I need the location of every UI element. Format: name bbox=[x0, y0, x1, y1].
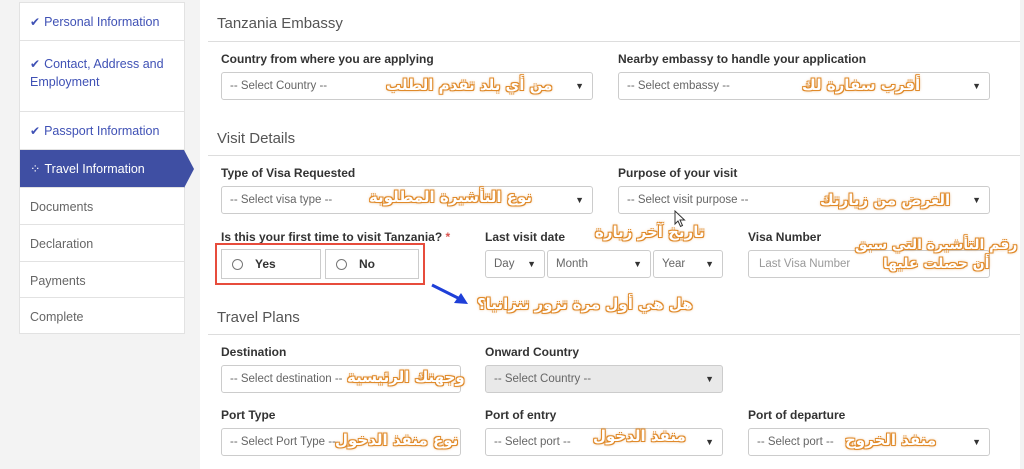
port-type-label: Port Type bbox=[221, 408, 276, 422]
section-title-travel: Travel Plans bbox=[217, 309, 300, 326]
sidebar-item-personal-information[interactable]: ✔ Personal Information bbox=[20, 3, 184, 41]
annotation-port-of-departure: منفذ الخروج bbox=[845, 431, 937, 449]
arrow-icon bbox=[431, 283, 468, 304]
annotation-visa-number-line2: أن حصلت عليها bbox=[883, 256, 990, 272]
last-visit-day-select[interactable]: Day ▼ bbox=[485, 250, 545, 278]
sidebar-item-label: Travel Information bbox=[44, 162, 145, 176]
sidebar-item-label: Declaration bbox=[30, 237, 94, 251]
chevron-down-icon: ▼ bbox=[972, 81, 981, 91]
onward-country-select[interactable]: -- Select Country -- ▼ bbox=[485, 365, 723, 393]
section-title-embassy: Tanzania Embassy bbox=[217, 15, 343, 32]
section-divider bbox=[208, 41, 1020, 42]
section-divider bbox=[208, 334, 1020, 335]
sidebar-item-passport-information[interactable]: ✔ Passport Information bbox=[20, 112, 184, 150]
chevron-down-icon: ▼ bbox=[527, 259, 536, 269]
sidebar-item-label: Payments bbox=[30, 274, 86, 288]
annotation-port-of-entry: منفذ الدخول bbox=[593, 427, 686, 445]
annotation-visa-number-line1: رقم التأشيرة التي سبق bbox=[855, 237, 1018, 253]
annotation-visit-purpose: الغرض من زيارتك bbox=[820, 191, 951, 209]
check-icon: ✔ bbox=[30, 57, 41, 71]
sidebar-item-contact-address-employment[interactable]: ✔ Contact, Address and Employment bbox=[20, 41, 184, 112]
sidebar-item-label: Complete bbox=[30, 310, 84, 324]
nearby-embassy-label: Nearby embassy to handle your applicatio… bbox=[618, 52, 867, 66]
sidebar-item-declaration[interactable]: Declaration bbox=[20, 225, 184, 262]
chevron-down-icon: ▼ bbox=[972, 195, 981, 205]
last-visit-month-select[interactable]: Month ▼ bbox=[547, 250, 651, 278]
annotation-visa-type: نوع التأشيرة المطلوبة bbox=[369, 188, 533, 206]
annotation-first-time-visit: هل هي أول مرة تزور تنزانيا؟ bbox=[477, 295, 693, 313]
sidebar-item-label: Personal Information bbox=[44, 15, 160, 29]
first-time-visit-label: Is this your first time to visit Tanzani… bbox=[221, 230, 451, 244]
sidebar-item-payments[interactable]: Payments bbox=[20, 262, 184, 298]
chevron-down-icon: ▼ bbox=[705, 437, 714, 447]
visit-purpose-label: Purpose of your visit bbox=[618, 166, 738, 180]
port-of-entry-label: Port of entry bbox=[485, 408, 557, 422]
spinner-icon: ⁘ bbox=[30, 162, 41, 176]
sidebar-item-complete[interactable]: Complete bbox=[20, 298, 184, 333]
section-divider bbox=[208, 155, 1020, 156]
annotation-destination: وجهتك الرئيسية bbox=[347, 368, 465, 386]
visa-type-label: Type of Visa Requested bbox=[221, 166, 356, 180]
last-visit-year-select[interactable]: Year ▼ bbox=[653, 250, 723, 278]
sidebar-item-travel-information[interactable]: ⁘ Travel Information bbox=[20, 150, 194, 188]
annotation-port-type: نوع منفذ الدخول bbox=[335, 431, 459, 449]
travel-information-form: Tanzania Embassy Country from where you … bbox=[200, 0, 1020, 469]
annotation-nearby-embassy: أقرب سفارة لك bbox=[802, 76, 921, 94]
last-visit-date-label: Last visit date bbox=[485, 230, 566, 244]
chevron-down-icon: ▼ bbox=[972, 437, 981, 447]
annotation-last-visit-date: تاريخ آخر زيارة bbox=[595, 223, 705, 241]
wizard-sidebar: ✔ Personal Information ✔ Contact, Address… bbox=[19, 2, 194, 334]
visa-number-label: Visa Number bbox=[748, 230, 822, 244]
chevron-down-icon: ▼ bbox=[705, 259, 714, 269]
sidebar-item-documents[interactable]: Documents bbox=[20, 188, 184, 225]
annotation-country: من أي بلد تقدم الطلب bbox=[386, 76, 553, 94]
chevron-down-icon: ▼ bbox=[705, 374, 714, 384]
country-label: Country from where you are applying bbox=[221, 52, 434, 66]
onward-country-label: Onward Country bbox=[485, 345, 580, 359]
chevron-down-icon: ▼ bbox=[575, 81, 584, 91]
sidebar-item-label: Documents bbox=[30, 200, 94, 214]
highlight-box bbox=[215, 243, 425, 285]
chevron-down-icon: ▼ bbox=[633, 259, 642, 269]
check-icon: ✔ bbox=[30, 124, 41, 138]
chevron-down-icon: ▼ bbox=[575, 195, 584, 205]
section-title-visit: Visit Details bbox=[217, 130, 296, 147]
port-of-departure-label: Port of departure bbox=[748, 408, 846, 422]
check-icon: ✔ bbox=[30, 15, 41, 29]
sidebar-item-label: ✔ Contact, Address and Employment bbox=[30, 57, 164, 89]
sidebar-item-label: Passport Information bbox=[44, 124, 160, 138]
destination-label: Destination bbox=[221, 345, 287, 359]
